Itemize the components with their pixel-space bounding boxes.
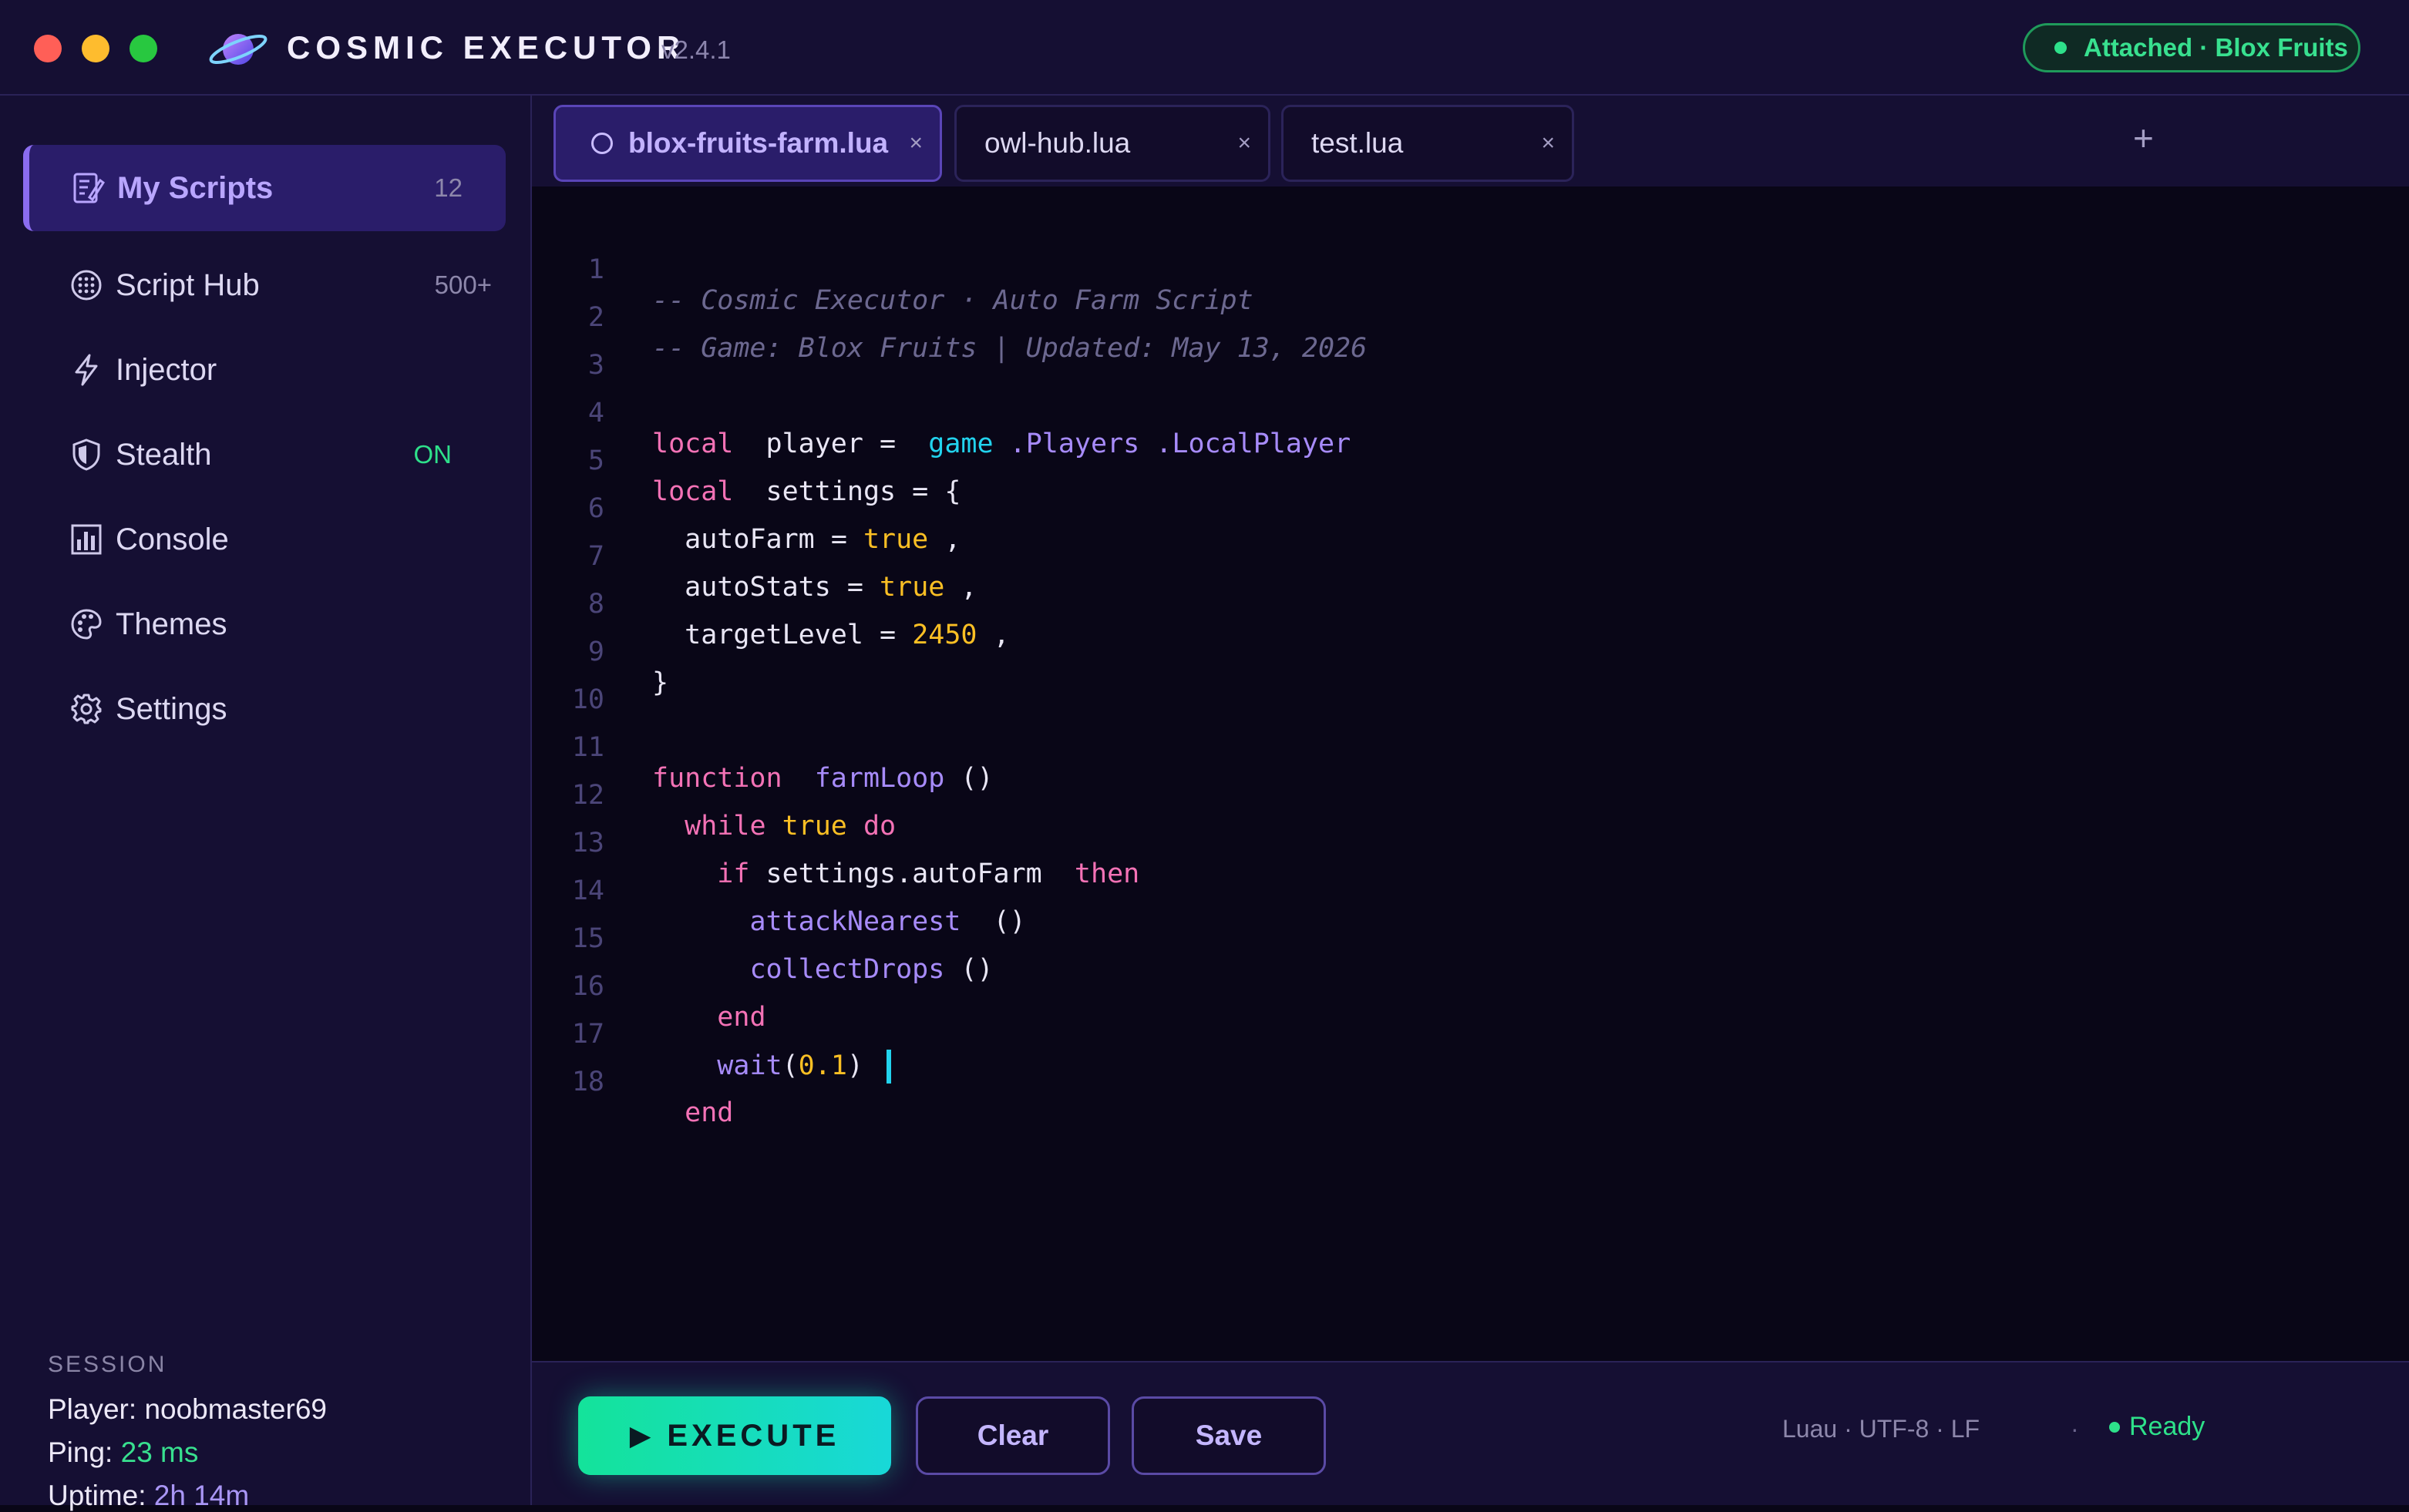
app-title: COSMIC EXECUTOR	[287, 29, 686, 66]
sidebar-item-injector[interactable]: Injector	[23, 327, 506, 413]
session-ping-label: Ping:	[48, 1436, 113, 1468]
execute-button[interactable]: ▶ EXECUTE	[578, 1396, 891, 1475]
sidebar-item-label: My Scripts	[117, 170, 274, 205]
script-edit-icon	[69, 170, 106, 207]
code-line: 17 wait(0.1)	[532, 988, 2409, 1084]
status-dot-icon	[2109, 1421, 2120, 1433]
session-ping: Ping: 23 ms	[48, 1436, 198, 1469]
palette-icon	[68, 606, 105, 643]
execute-label: EXECUTE	[667, 1418, 840, 1453]
close-tab-icon[interactable]: ×	[909, 130, 923, 156]
session-player-value: noobmaster69	[144, 1393, 327, 1425]
code-line: 1 -- Cosmic Executor · Auto Farm Script	[532, 223, 2409, 316]
ready-status: Ready	[2109, 1412, 2205, 1442]
sidebar-item-console[interactable]: Console	[23, 496, 506, 583]
app-version: v2.4.1	[661, 35, 731, 64]
code-line: 11 function farmLoop ()	[532, 701, 2409, 794]
tab-bar: blox-fruits-farm.lua × owl-hub.lua × tes…	[532, 96, 2409, 186]
title-bar: COSMIC EXECUTOR v2.4.1 Attached · Blox F…	[0, 0, 2409, 96]
sidebar-item-label: Themes	[116, 606, 227, 641]
globe-grid-icon	[68, 267, 105, 304]
new-tab-button[interactable]: +	[2133, 117, 2154, 159]
line-number: 18	[571, 1067, 604, 1097]
code-line: 9 }	[532, 606, 2409, 698]
code-line: 18 end	[532, 1036, 2409, 1128]
session-uptime-value: 2h 14m	[153, 1480, 250, 1511]
code-line: 3	[532, 319, 2409, 381]
sidebar-item-label: Console	[116, 522, 229, 556]
sidebar-item-my-scripts[interactable]: My Scripts 12	[23, 145, 506, 231]
minimize-window-button[interactable]	[82, 35, 109, 62]
action-bar: ▶ EXECUTE Clear Save Luau · UTF-8 · LF ·…	[532, 1361, 2409, 1505]
attached-status-badge: Attached · Blox Fruits	[2023, 23, 2360, 72]
shield-icon	[68, 436, 105, 473]
maximize-window-button[interactable]	[130, 35, 157, 62]
code-token: end	[685, 1097, 734, 1128]
sidebar-item-label: Script Hub	[116, 267, 260, 302]
close-tab-icon[interactable]: ×	[1541, 130, 1555, 156]
code-editor[interactable]: 1 -- Cosmic Executor · Auto Farm Script …	[532, 186, 2409, 1362]
bar-chart-icon	[68, 521, 105, 558]
code-line: 12 while true do	[532, 749, 2409, 842]
code-line: 10	[532, 654, 2409, 715]
close-window-button[interactable]	[34, 35, 62, 62]
code-line: 8 targetLevel = 2450 ,	[532, 558, 2409, 650]
sidebar-item-label: Injector	[116, 352, 217, 387]
clear-button[interactable]: Clear	[916, 1396, 1110, 1475]
sidebar-item-themes[interactable]: Themes	[23, 581, 506, 667]
tab-blox-fruits-farm[interactable]: blox-fruits-farm.lua ×	[553, 105, 942, 182]
session-player-label: Player:	[48, 1393, 137, 1425]
code-line: 15 collectDrops ()	[532, 892, 2409, 985]
play-icon: ▶	[629, 1420, 655, 1451]
code-line: 13 if settings.autoFarm then	[532, 797, 2409, 889]
code-line: 7 autoStats = true ,	[532, 510, 2409, 603]
status-dot-icon	[2054, 42, 2067, 54]
code-line: 6 autoFarm = true ,	[532, 462, 2409, 555]
code-line: 4 local player = game .Players .LocalPla…	[532, 367, 2409, 459]
editor-file-info: Luau · UTF-8 · LF	[1782, 1415, 1980, 1443]
status-separator: ·	[2071, 1415, 2079, 1443]
tab-test[interactable]: test.lua ×	[1281, 105, 1574, 182]
session-heading: SESSION	[48, 1352, 167, 1377]
session-uptime: Uptime: 2h 14m	[48, 1480, 249, 1512]
ready-status-text: Ready	[2129, 1412, 2205, 1441]
gear-icon	[68, 690, 105, 727]
sidebar-item-label: Stealth	[116, 437, 212, 472]
app-window: COSMIC EXECUTOR v2.4.1 Attached · Blox F…	[0, 0, 2409, 1511]
sidebar: My Scripts 12 Script Hub 500+ Injector S…	[0, 96, 532, 1511]
tab-owl-hub[interactable]: owl-hub.lua ×	[954, 105, 1270, 182]
sidebar-item-count: 12	[434, 173, 463, 202]
code-line: 5 local settings = {	[532, 415, 2409, 507]
stealth-status: ON	[413, 440, 453, 469]
session-uptime-label: Uptime:	[48, 1480, 146, 1511]
planet-logo-icon	[209, 34, 267, 65]
sidebar-item-script-hub[interactable]: Script Hub 500+	[23, 242, 506, 328]
attached-status-text: Attached · Blox Fruits	[2084, 33, 2348, 62]
tab-label: owl-hub.lua	[984, 127, 1131, 159]
session-ping-value: 23 ms	[120, 1436, 199, 1468]
save-button[interactable]: Save	[1132, 1396, 1326, 1475]
tab-label: test.lua	[1311, 127, 1404, 159]
session-player: Player: noobmaster69	[48, 1393, 327, 1426]
sidebar-item-label: Settings	[116, 691, 227, 726]
code-line: 14 attackNearest ()	[532, 845, 2409, 937]
code-line: 16 end	[532, 940, 2409, 1033]
sidebar-item-count: 500+	[434, 270, 492, 299]
lightning-icon	[68, 351, 105, 388]
unsaved-indicator-icon	[591, 133, 613, 154]
tab-label: blox-fruits-farm.lua	[628, 127, 889, 159]
close-tab-icon[interactable]: ×	[1237, 130, 1251, 156]
code-line: 2 -- Game: Blox Fruits | Updated: May 13…	[532, 271, 2409, 364]
sidebar-item-stealth[interactable]: Stealth ON	[23, 412, 506, 498]
sidebar-item-settings[interactable]: Settings	[23, 666, 506, 752]
